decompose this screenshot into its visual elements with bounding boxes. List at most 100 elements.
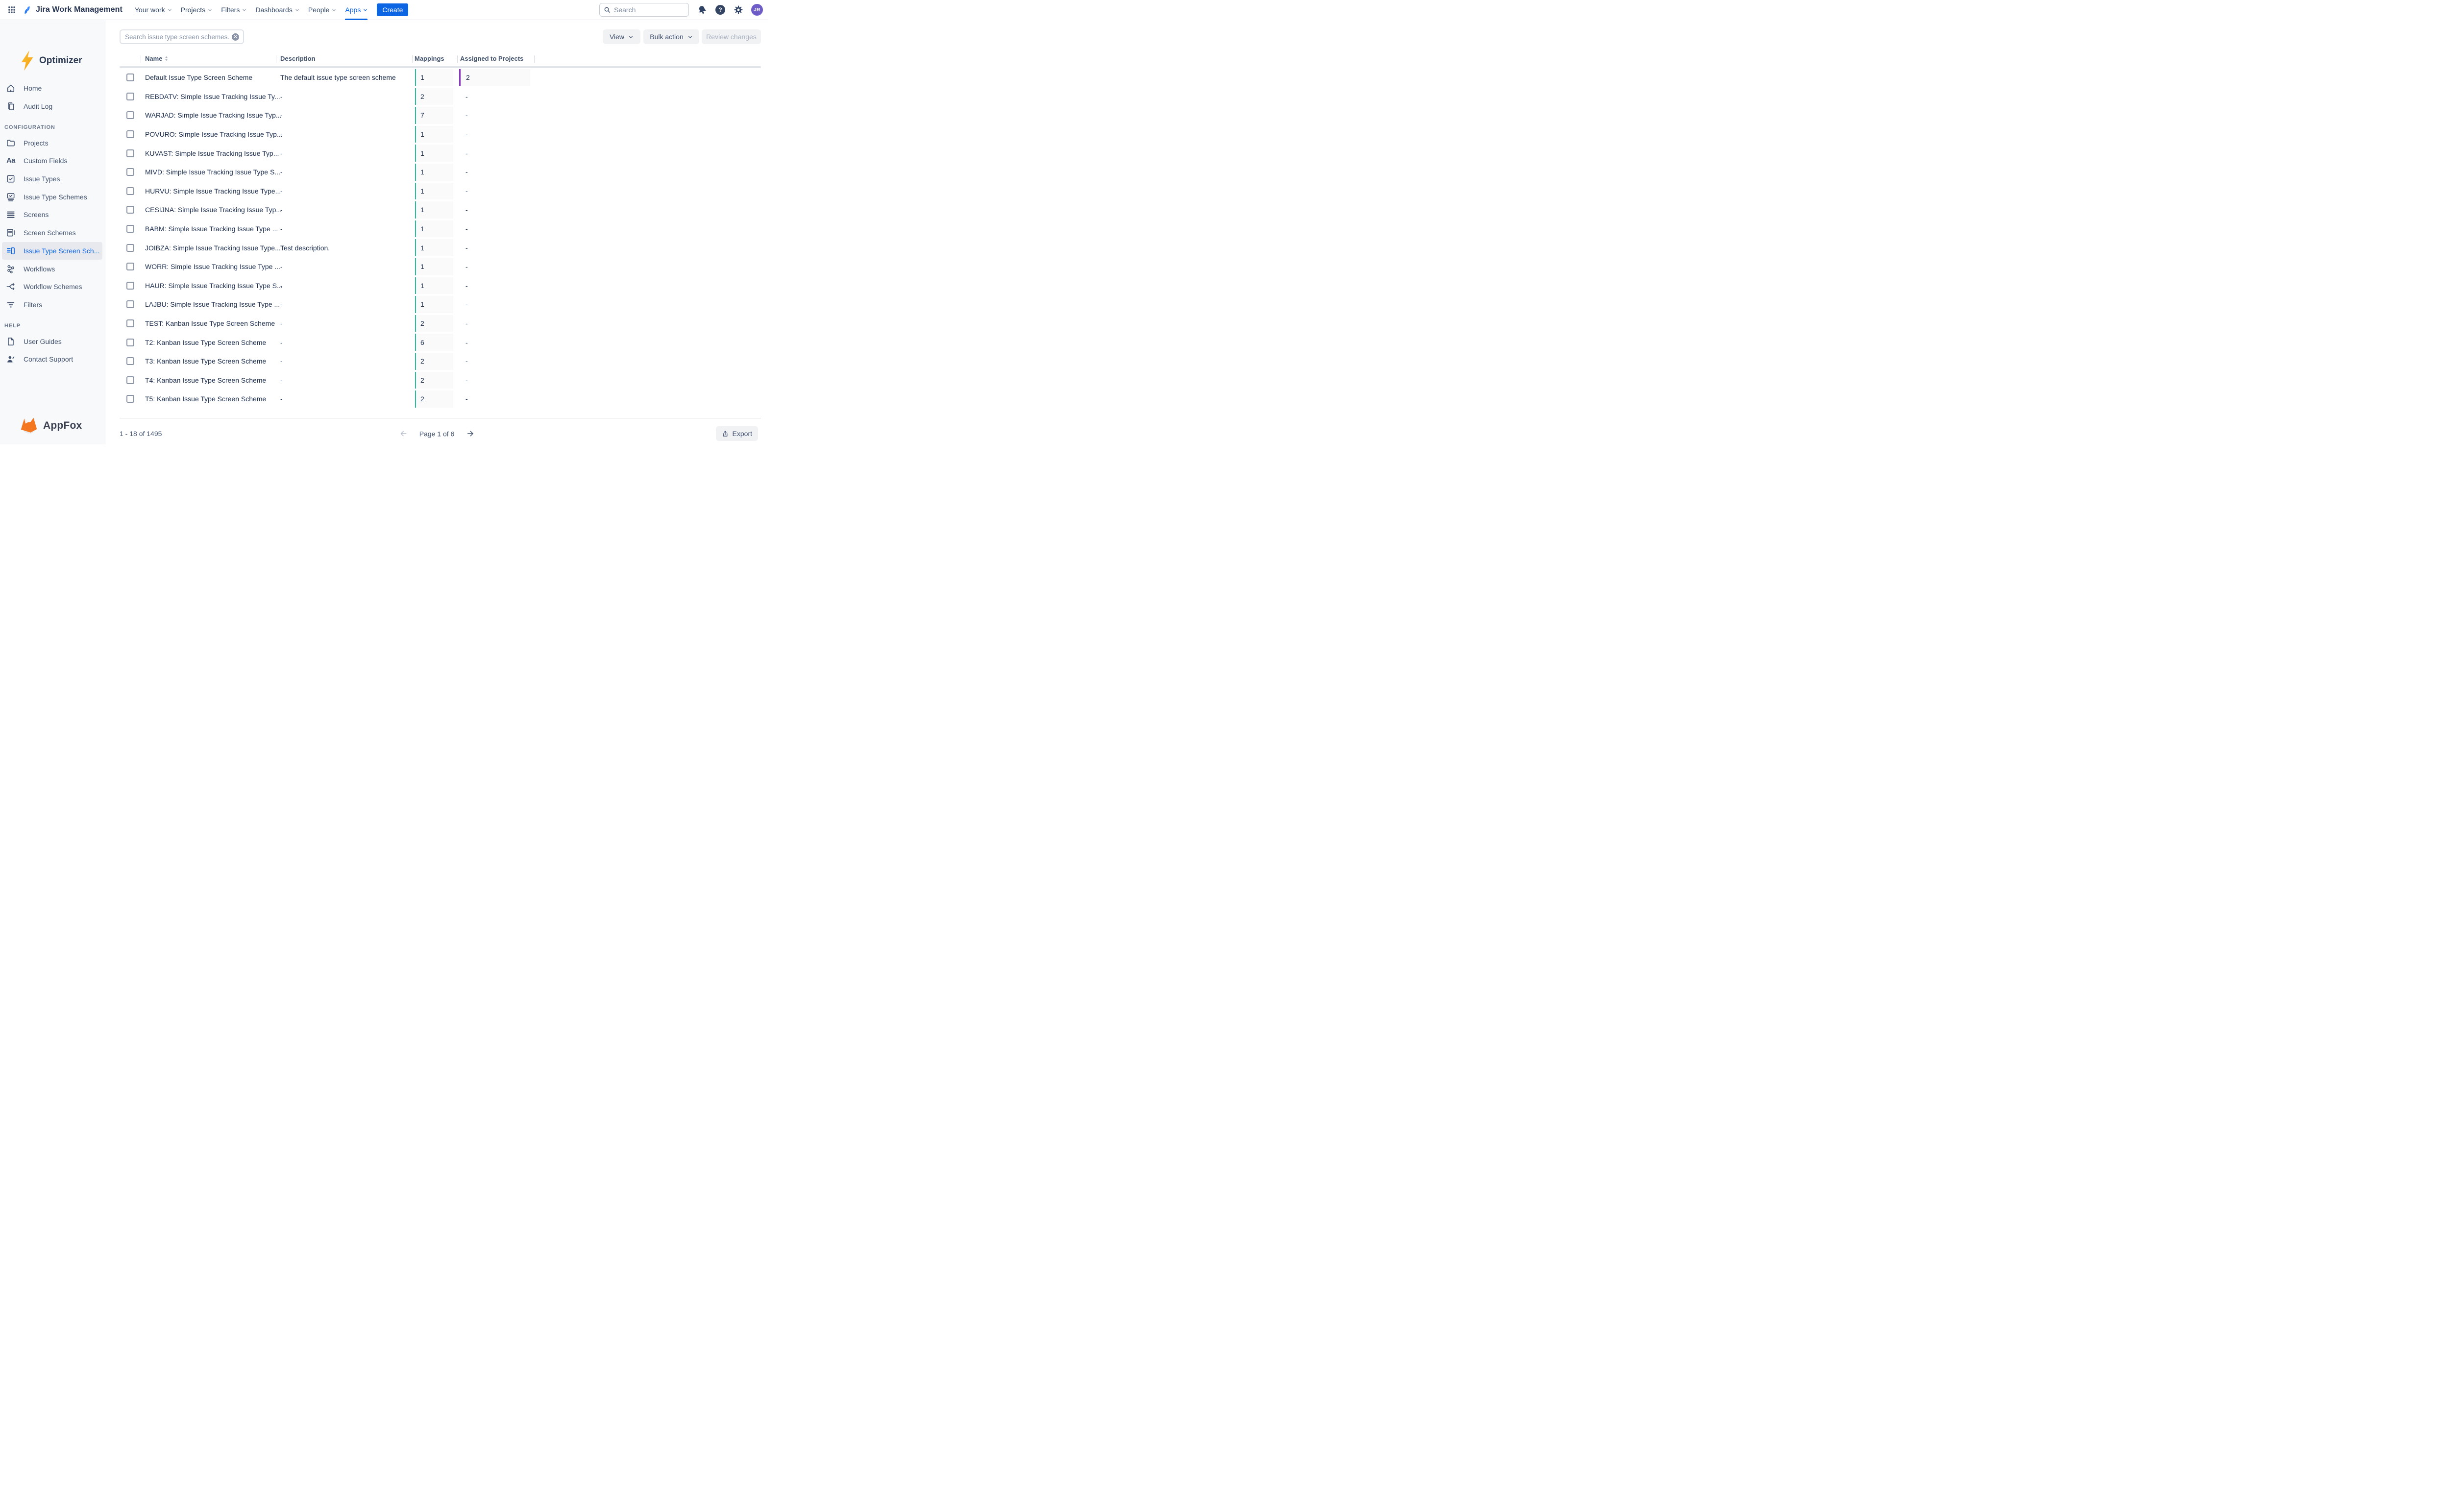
review-changes-button[interactable]: Review changes: [702, 29, 761, 44]
previous-page-icon[interactable]: [399, 430, 408, 438]
user-avatar[interactable]: JR: [751, 4, 763, 16]
row-checkbox[interactable]: [126, 395, 134, 403]
sidebar-section-help: HELP: [0, 323, 104, 329]
column-header-mappings[interactable]: Mappings: [415, 55, 444, 62]
nav-menu-your-work[interactable]: Your work: [130, 0, 176, 20]
table-row[interactable]: JOIBZA: Simple Issue Tracking Issue Type…: [105, 238, 768, 257]
table-row[interactable]: WORR: Simple Issue Tracking Issue Type .…: [105, 257, 768, 276]
row-checkbox[interactable]: [126, 168, 134, 176]
table-row[interactable]: T3: Kanban Issue Type Screen Scheme - 2 …: [105, 352, 768, 371]
nav-menu-filters[interactable]: Filters: [217, 0, 251, 20]
result-range-text: 1 - 18 of 1495: [120, 430, 162, 438]
global-search[interactable]: [599, 3, 689, 17]
help-icon[interactable]: ?: [715, 5, 725, 15]
column-header-assigned-to-projects[interactable]: Assigned to Projects: [460, 55, 523, 62]
pagination: Page 1 of 6: [399, 430, 475, 438]
row-checkbox[interactable]: [126, 357, 134, 365]
row-checkbox[interactable]: [126, 282, 134, 290]
row-checkbox[interactable]: [126, 130, 134, 138]
row-checkbox[interactable]: [126, 263, 134, 270]
sidebar-item-filters[interactable]: Filters: [2, 296, 102, 314]
nav-menu-apps[interactable]: Apps: [341, 0, 372, 20]
row-checkbox[interactable]: [126, 206, 134, 214]
row-checkbox[interactable]: [126, 376, 134, 384]
table-row[interactable]: Default Issue Type Screen Scheme The def…: [105, 68, 768, 87]
sidebar-item-user-guides[interactable]: User Guides: [2, 332, 102, 350]
settings-gear-icon[interactable]: [734, 5, 743, 15]
row-description: -: [280, 282, 283, 290]
row-name: WORR: Simple Issue Tracking Issue Type .…: [145, 263, 280, 270]
row-checkbox[interactable]: [126, 149, 134, 157]
column-header-name[interactable]: Name: [145, 55, 169, 62]
row-checkbox[interactable]: [126, 225, 134, 233]
sidebar-item-label: User Guides: [24, 338, 62, 345]
column-header-description[interactable]: Description: [280, 55, 316, 62]
table-row[interactable]: HURVU: Simple Issue Tracking Issue Type.…: [105, 182, 768, 201]
row-description: Test description.: [280, 244, 330, 252]
sidebar-item-contact-support[interactable]: Contact Support: [2, 350, 102, 368]
nav-menu-projects[interactable]: Projects: [176, 0, 217, 20]
table-row[interactable]: T5: Kanban Issue Type Screen Scheme - 2 …: [105, 390, 768, 409]
row-description: -: [280, 395, 283, 403]
row-checkbox[interactable]: [126, 339, 134, 346]
row-name: HURVU: Simple Issue Tracking Issue Type.…: [145, 187, 281, 195]
scheme-search-input[interactable]: [121, 33, 232, 41]
row-checkbox[interactable]: [126, 319, 134, 327]
sidebar-item-audit-log[interactable]: Audit Log: [2, 98, 102, 116]
sidebar-item-issue-types[interactable]: Issue Types: [2, 170, 102, 188]
table-row[interactable]: HAUR: Simple Issue Tracking Issue Type S…: [105, 276, 768, 295]
table-row[interactable]: TEST: Kanban Issue Type Screen Scheme - …: [105, 314, 768, 333]
sidebar-item-issue-type-screen-sch[interactable]: Issue Type Screen Sch...: [2, 242, 102, 260]
bulk-action-button[interactable]: Bulk action: [643, 29, 699, 44]
row-mappings: 1: [415, 69, 453, 86]
notifications-icon[interactable]: [697, 5, 707, 15]
view-button[interactable]: View: [603, 29, 640, 44]
sidebar-item-screen-schemes[interactable]: Screen Schemes: [2, 224, 102, 242]
create-button[interactable]: Create: [377, 3, 408, 16]
table-row[interactable]: REBDATV: Simple Issue Tracking Issue Ty.…: [105, 87, 768, 106]
row-mappings: 1: [415, 258, 453, 275]
sidebar-item-home[interactable]: Home: [2, 79, 102, 98]
sidebar-item-workflow-schemes[interactable]: Workflow Schemes: [2, 278, 102, 296]
row-mappings: 1: [415, 277, 453, 294]
sidebar-item-screens[interactable]: Screens: [2, 206, 102, 224]
table-row[interactable]: T2: Kanban Issue Type Screen Scheme - 6 …: [105, 333, 768, 352]
issue-types-icon: [6, 174, 16, 184]
support-icon: [6, 354, 16, 364]
table-row[interactable]: POVURO: Simple Issue Tracking Issue Typ.…: [105, 125, 768, 144]
row-description: -: [280, 357, 283, 365]
sidebar-item-projects[interactable]: Projects: [2, 134, 102, 152]
nav-menu-dashboards[interactable]: Dashboards: [251, 0, 304, 20]
row-checkbox[interactable]: [126, 93, 134, 100]
table-row[interactable]: CESIJNA: Simple Issue Tracking Issue Typ…: [105, 200, 768, 219]
table-row[interactable]: KUVAST: Simple Issue Tracking Issue Typ.…: [105, 144, 768, 163]
table-row[interactable]: WARJAD: Simple Issue Tracking Issue Typ.…: [105, 106, 768, 125]
table-row[interactable]: BABM: Simple Issue Tracking Issue Type .…: [105, 219, 768, 239]
table-row[interactable]: MIVD: Simple Issue Tracking Issue Type S…: [105, 163, 768, 182]
sidebar-item-label: Issue Types: [24, 175, 60, 183]
jira-home-link[interactable]: Jira Work Management: [22, 5, 122, 15]
row-assigned-projects: -: [466, 319, 468, 327]
sidebar-item-issue-type-schemes[interactable]: Issue Type Schemes: [2, 188, 102, 206]
row-checkbox[interactable]: [126, 244, 134, 252]
export-button[interactable]: Export: [716, 426, 758, 441]
table-row[interactable]: T4: Kanban Issue Type Screen Scheme - 2 …: [105, 371, 768, 390]
row-checkbox[interactable]: [126, 300, 134, 308]
table-row[interactable]: LAJBU: Simple Issue Tracking Issue Type …: [105, 295, 768, 314]
row-checkbox[interactable]: [126, 73, 134, 81]
app-switcher-icon[interactable]: [6, 4, 17, 15]
sidebar-item-workflows[interactable]: Workflows: [2, 260, 102, 278]
global-search-input[interactable]: [614, 6, 685, 14]
next-page-icon[interactable]: [466, 430, 474, 438]
sidebar-item-label: Contact Support: [24, 355, 73, 363]
row-mappings: 1: [415, 201, 453, 219]
nav-menu-people[interactable]: People: [304, 0, 341, 20]
row-checkbox[interactable]: [126, 187, 134, 195]
sidebar-item-label: Screens: [24, 211, 49, 219]
row-assigned-projects: -: [466, 111, 468, 119]
row-name: LAJBU: Simple Issue Tracking Issue Type …: [145, 300, 280, 308]
sidebar-item-label: Workflow Schemes: [24, 283, 82, 291]
sidebar-item-custom-fields[interactable]: Aa Custom Fields: [2, 152, 102, 170]
row-checkbox[interactable]: [126, 111, 134, 119]
clear-search-icon[interactable]: ✕: [232, 33, 239, 41]
